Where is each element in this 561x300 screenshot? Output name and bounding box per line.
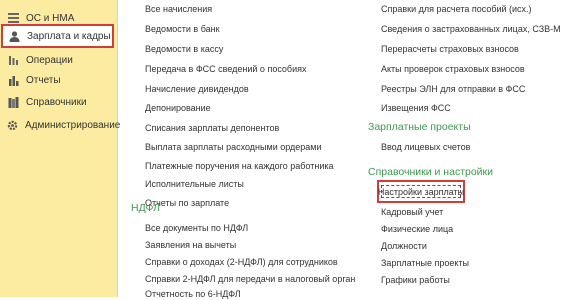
link-deposition[interactable]: Депонирование <box>145 103 211 114</box>
sidebar-item-reports[interactable]: Отчеты <box>0 68 117 92</box>
sidebar-item-label: Администрирование <box>25 119 121 131</box>
link-benefit-certificates[interactable]: Справки для расчета пособий (исх.) <box>381 4 532 15</box>
link-szv-m[interactable]: Сведения о застрахованных лицах, СЗВ-М <box>381 24 561 35</box>
link-2ndfl-tax-office[interactable]: Справки 2-НДФЛ для передачи в налоговый … <box>145 274 355 285</box>
link-cash-statements[interactable]: Ведомости в кассу <box>145 44 223 55</box>
sidebar-item-label: Отчеты <box>26 74 61 86</box>
link-cash-order-payouts[interactable]: Выплата зарплаты расходными ордерами <box>145 142 322 153</box>
sidebar-item-label: Операции <box>26 54 73 66</box>
sidebar-item-references[interactable]: Справочники <box>0 90 117 114</box>
link-work-schedules[interactable]: Графики работы <box>381 275 450 286</box>
section-title-ndfl: НДФЛ <box>131 202 160 214</box>
sidebar-item-label: Зарплата и кадры <box>27 30 111 42</box>
link-ndfl-docs[interactable]: Все документы по НДФЛ <box>145 223 248 234</box>
sidebar-item-label: ОС и НМА <box>26 12 75 24</box>
link-fss-notices[interactable]: Извещения ФСС <box>381 103 451 114</box>
bars-icon <box>7 12 19 24</box>
link-dividends[interactable]: Начисление дивидендов <box>145 84 249 95</box>
chart-icon <box>7 74 19 86</box>
link-all-accruals[interactable]: Все начисления <box>145 4 212 15</box>
link-bank-statements[interactable]: Ведомости в банк <box>145 24 220 35</box>
books-icon <box>7 96 19 108</box>
link-writs[interactable]: Исполнительные листы <box>145 179 244 190</box>
link-payment-orders[interactable]: Платежные поручения на каждого работника <box>145 161 334 172</box>
link-insurance-recalc[interactable]: Перерасчеты страховых взносов <box>381 44 519 55</box>
link-personal-accounts[interactable]: Ввод лицевых счетов <box>381 142 470 153</box>
link-individuals[interactable]: Физические лица <box>381 224 453 235</box>
link-fss-benefits[interactable]: Передача в ФСС сведений о пособиях <box>145 64 306 75</box>
link-6ndfl[interactable]: Отчетность по 6-НДФЛ <box>145 289 241 300</box>
sidebar: ОС и НМА Зарплата и кадры Операции Отчет… <box>0 0 121 297</box>
section-title-references: Справочники и настройки <box>368 166 494 178</box>
gear-icon <box>7 119 18 131</box>
sidebar-item-label: Справочники <box>26 96 87 108</box>
sidebar-item-administration[interactable]: Администрирование <box>0 113 121 137</box>
tools-icon <box>7 54 19 66</box>
sidebar-item-salary[interactable]: Зарплата и кадры <box>1 24 114 48</box>
person-icon <box>8 30 20 42</box>
link-salary-projects[interactable]: Зарплатные проекты <box>381 258 469 269</box>
link-positions[interactable]: Должности <box>381 241 427 252</box>
link-2ndfl-employees[interactable]: Справки о доходах (2-НДФЛ) для сотрудник… <box>145 257 338 268</box>
link-salary-settings[interactable]: Настройки зарплаты <box>378 185 464 198</box>
section-title-salary-projects: Зарплатные проекты <box>368 121 471 133</box>
link-deponent-writeoffs[interactable]: Списания зарплаты депонентов <box>145 123 279 134</box>
link-insurance-audits[interactable]: Акты проверок страховых взносов <box>381 64 525 75</box>
settings-highlight-box: Настройки зарплаты <box>377 180 465 203</box>
link-eln-registries[interactable]: Реестры ЭЛН для отправки в ФСС <box>381 84 525 95</box>
link-deduction-claims[interactable]: Заявления на вычеты <box>145 240 236 251</box>
link-hr-accounting[interactable]: Кадровый учет <box>381 207 443 218</box>
